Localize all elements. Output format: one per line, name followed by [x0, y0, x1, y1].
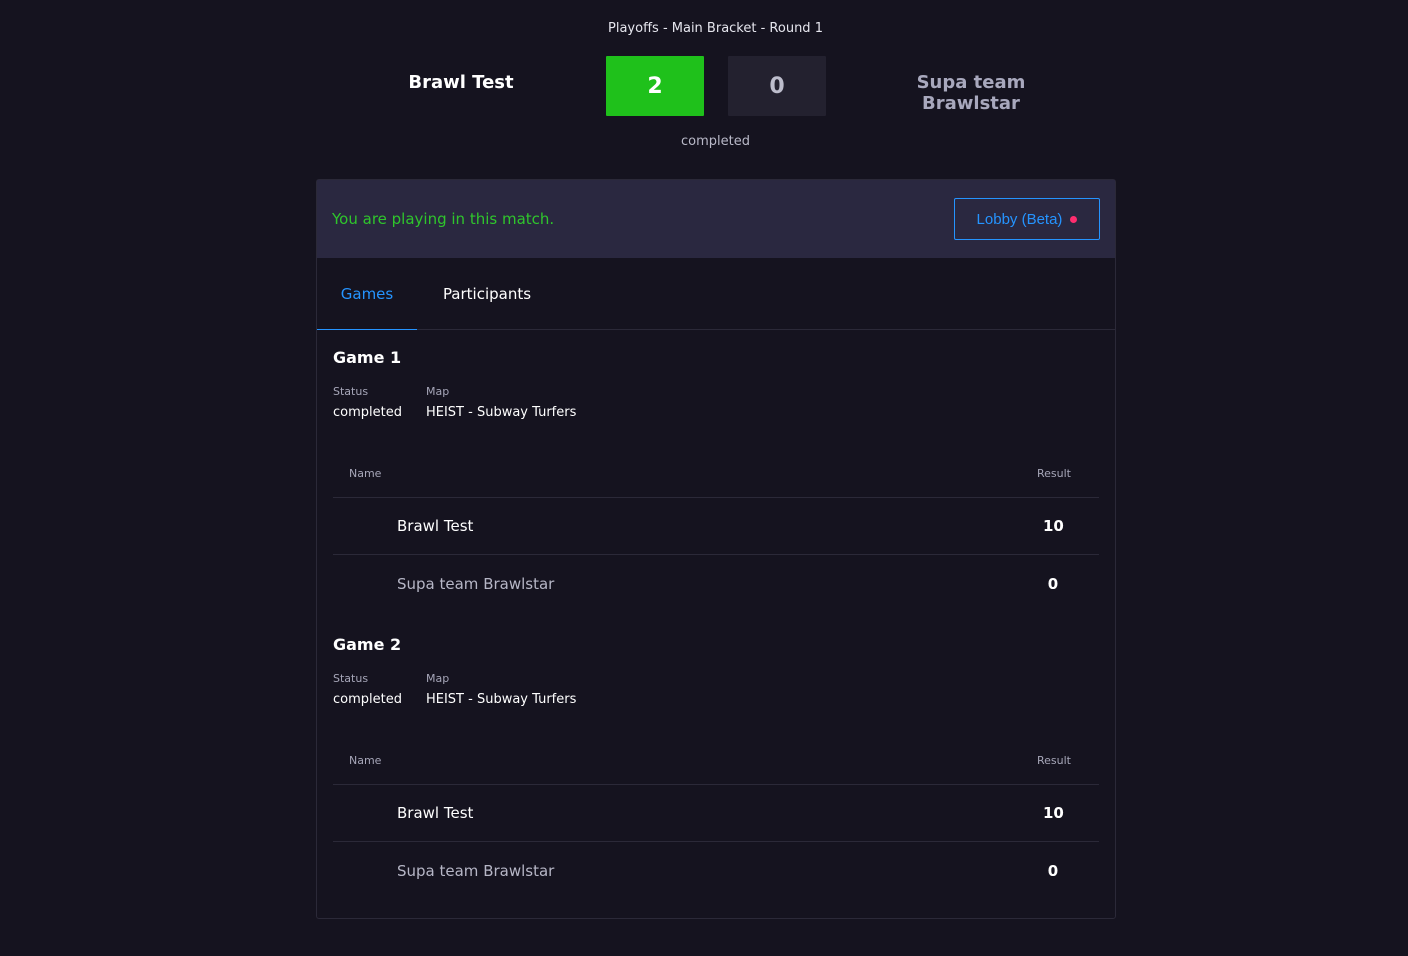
game-meta: Status completed Map HEIST - Subway Turf…	[333, 672, 1099, 707]
map-label: Map	[425, 672, 450, 685]
live-dot-icon	[1070, 215, 1078, 223]
participant-result: 10	[1043, 517, 1064, 535]
participant-result: 0	[1047, 574, 1059, 593]
status-label: Status	[333, 385, 369, 398]
tab-games[interactable]: Games	[317, 258, 417, 330]
results-table-header: Name Result	[333, 719, 1099, 785]
game-status: completed	[333, 692, 402, 707]
table-row: Brawl Test 10	[333, 498, 1099, 555]
round-label: Playoffs - Main Bracket - Round 1	[608, 21, 823, 36]
name-column-header: Name	[349, 754, 382, 767]
table-row: Supa team Brawlstar 0	[333, 555, 1099, 612]
match-status: completed	[681, 134, 750, 149]
status-label: Status	[333, 672, 369, 685]
participant-name[interactable]: Brawl Test	[397, 804, 473, 822]
game-map: HEIST - Subway Turfers	[425, 692, 577, 707]
tab-bar: Games Participants	[317, 258, 1115, 330]
game-title: Game 2	[333, 635, 402, 654]
game-map: HEIST - Subway Turfers	[425, 405, 577, 420]
table-row: Supa team Brawlstar 0	[333, 842, 1099, 899]
participant-result: 0	[1047, 861, 1059, 880]
game-title: Game 1	[333, 348, 402, 367]
participant-name[interactable]: Supa team Brawlstar	[397, 862, 554, 880]
match-page: Playoffs - Main Bracket - Round 1 Brawl …	[0, 0, 1408, 956]
game-meta: Status completed Map HEIST - Subway Turf…	[333, 385, 1099, 420]
participant-result: 10	[1043, 804, 1064, 822]
playing-message: You are playing in this match.	[332, 210, 555, 228]
lobby-button[interactable]: Lobby (Beta)	[954, 198, 1100, 240]
map-label: Map	[425, 385, 450, 398]
game-section: Game 1 Status completed Map HEIST - Subw…	[317, 348, 1115, 612]
tab-participants[interactable]: Participants	[417, 258, 557, 330]
result-column-header: Result	[1037, 754, 1071, 767]
playing-banner: You are playing in this match. Lobby (Be…	[317, 180, 1115, 258]
game-status: completed	[333, 405, 402, 420]
results-table-header: Name Result	[333, 432, 1099, 498]
team-left-name[interactable]: Brawl Test	[380, 72, 542, 93]
team-left-score: 2	[606, 56, 704, 116]
result-column-header: Result	[1037, 467, 1071, 480]
game-section: Game 2 Status completed Map HEIST - Subw…	[317, 635, 1115, 899]
table-row: Brawl Test 10	[333, 785, 1099, 842]
participant-name[interactable]: Brawl Test	[397, 517, 473, 535]
match-card: You are playing in this match. Lobby (Be…	[316, 179, 1116, 919]
team-right-score: 0	[728, 56, 826, 116]
lobby-button-label: Lobby (Beta)	[976, 210, 1063, 228]
name-column-header: Name	[349, 467, 382, 480]
participant-name[interactable]: Supa team Brawlstar	[397, 575, 554, 593]
team-right-name[interactable]: Supa team Brawlstar	[866, 72, 1076, 114]
